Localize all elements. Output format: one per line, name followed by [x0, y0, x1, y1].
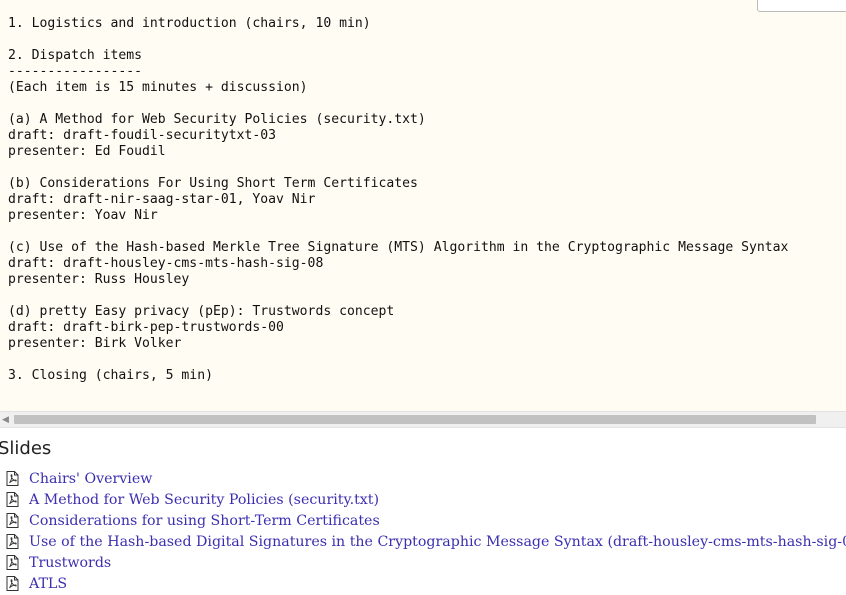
agenda-line: presenter: Birk Volker	[8, 336, 182, 351]
scroll-left-arrow-icon[interactable]: ◀	[2, 414, 9, 426]
agenda-line	[8, 224, 788, 240]
agenda-line	[8, 288, 788, 304]
agenda-line: (b) Considerations For Using Short Term …	[8, 176, 418, 191]
agenda-line: 1. Logistics and introduction (chairs, 1…	[8, 16, 371, 31]
slide-link-chairs-overview[interactable]: Chairs' Overview	[29, 471, 152, 487]
agenda-line	[8, 352, 788, 368]
slide-link-trustwords[interactable]: Trustwords	[29, 555, 111, 571]
agenda-line: (Each item is 15 minutes + discussion)	[8, 80, 308, 95]
agenda-line: draft: draft-foudil-securitytxt-03	[8, 128, 277, 143]
agenda-line	[8, 96, 788, 112]
agenda-line: 3. Closing (chairs, 5 min)	[8, 368, 213, 383]
pdf-icon	[6, 534, 19, 549]
slide-item: A Method for Web Security Policies (secu…	[0, 489, 846, 510]
slide-link-atls[interactable]: ATLS	[29, 576, 67, 592]
agenda-panel: 1. Logistics and introduction (chairs, 1…	[0, 0, 846, 411]
slide-link-security-txt[interactable]: A Method for Web Security Policies (secu…	[29, 492, 379, 508]
slide-link-short-term-certificates[interactable]: Considerations for using Short-Term Cert…	[29, 513, 380, 529]
agenda-line: draft: draft-birk-pep-trustwords-00	[8, 320, 284, 335]
slide-item: Considerations for using Short-Term Cert…	[0, 510, 846, 531]
agenda-line: draft: draft-nir-saag-star-01, Yoav Nir	[8, 192, 316, 207]
slide-link-hash-based-signatures[interactable]: Use of the Hash-based Digital Signatures…	[29, 534, 846, 550]
agenda-line: 2. Dispatch items	[8, 48, 143, 63]
top-right-box	[757, 0, 846, 12]
pdf-icon	[6, 471, 19, 486]
horizontal-scrollbar[interactable]: ◀	[0, 411, 846, 427]
slides-heading: Slides	[0, 438, 52, 459]
pdf-icon	[6, 513, 19, 528]
pdf-icon	[6, 492, 19, 507]
divider	[0, 427, 846, 428]
agenda-line: (c) Use of the Hash-based Merkle Tree Si…	[8, 240, 789, 255]
slide-item: Trustwords	[0, 552, 846, 573]
agenda-line: draft: draft-housley-cms-mts-hash-sig-08	[8, 256, 324, 271]
agenda-line	[8, 160, 788, 176]
pdf-icon	[6, 576, 19, 591]
slides-list: Chairs' Overview A Method for Web Securi…	[0, 468, 846, 594]
agenda-line: presenter: Ed Foudil	[8, 144, 166, 159]
agenda-line: (a) A Method for Web Security Policies (…	[8, 112, 426, 127]
slide-item: Use of the Hash-based Digital Signatures…	[0, 531, 846, 552]
slide-item: ATLS	[0, 573, 846, 594]
agenda-line: presenter: Yoav Nir	[8, 208, 158, 223]
slide-item: Chairs' Overview	[0, 468, 846, 489]
agenda-line	[8, 32, 788, 48]
pdf-icon	[6, 555, 19, 570]
agenda-line: -----------------	[8, 64, 143, 79]
agenda-line: (d) pretty Easy privacy (pEp): Trustword…	[8, 304, 395, 319]
scrollbar-thumb[interactable]	[14, 415, 816, 424]
agenda-line: presenter: Russ Housley	[8, 272, 190, 287]
agenda-text: 1. Logistics and introduction (chairs, 1…	[8, 16, 788, 384]
